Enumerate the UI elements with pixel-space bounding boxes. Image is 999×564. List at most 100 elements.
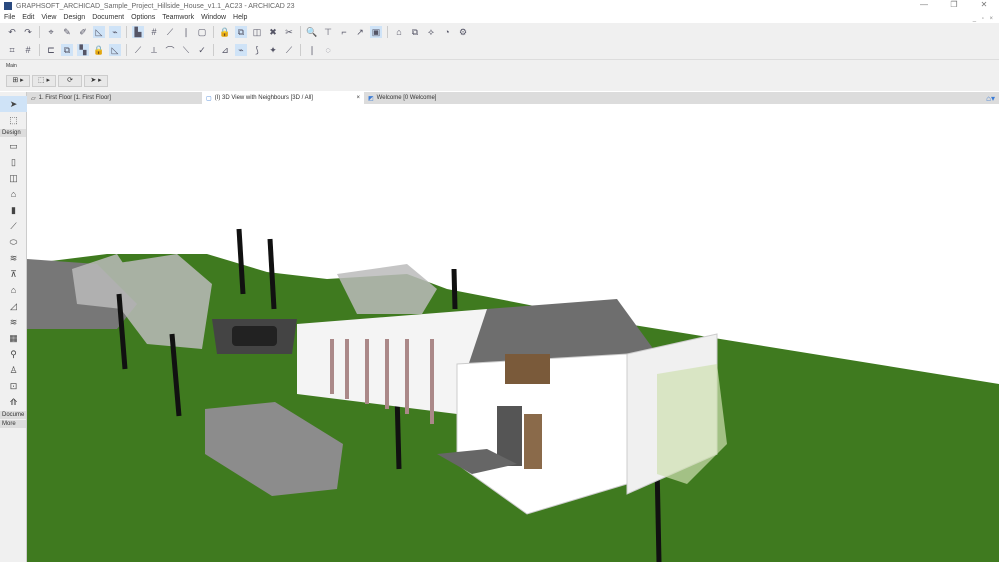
toolbar-tool-icon[interactable]: ▙ xyxy=(132,26,144,38)
toolbar-tool-icon[interactable]: ↷ xyxy=(22,26,34,38)
close-tab-button[interactable]: × xyxy=(356,95,360,101)
menu-teamwork[interactable]: Teamwork xyxy=(162,14,194,21)
toolbox-tool-icon[interactable]: ⬚ xyxy=(0,112,27,128)
toolbar-tool-icon[interactable]: ◌ xyxy=(322,44,334,56)
menu-options[interactable]: Options xyxy=(131,14,155,21)
toolbar-tool-icon[interactable]: ⧉ xyxy=(61,44,73,56)
3d-viewport[interactable] xyxy=(27,104,999,563)
toolbar-tool-icon[interactable]: ↗ xyxy=(354,26,366,38)
toolbar-tool-icon[interactable]: 🔍 xyxy=(306,26,318,38)
toolbox-tool-icon[interactable]: ⊼ xyxy=(0,266,27,282)
toolbar-tool-icon[interactable]: ⊤ xyxy=(322,26,334,38)
main-tool-button[interactable]: ⬚ ▸ xyxy=(32,75,56,87)
document-window-controls[interactable]: _ ▫ × xyxy=(973,16,995,22)
toolbox-document-header[interactable]: Docume xyxy=(0,411,26,419)
toolbar-tool-icon[interactable]: ▚ xyxy=(77,44,89,56)
toolbar-tool-icon[interactable]: ⚙ xyxy=(457,26,469,38)
tab-welcome[interactable]: ◩ Welcome [0 Welcome] xyxy=(364,92,440,104)
main-tool-button[interactable]: ⟳ xyxy=(58,75,82,87)
toolbar-tool-icon[interactable]: ⟋ xyxy=(283,44,295,56)
toolbar-tool-icon[interactable]: ✓ xyxy=(196,44,208,56)
toolbar-tool-icon[interactable]: ⟡ xyxy=(425,26,437,38)
menu-window[interactable]: Window xyxy=(201,14,226,21)
toolbar-tool-icon[interactable]: # xyxy=(22,44,34,56)
menu-document[interactable]: Document xyxy=(92,14,124,21)
toolbar-tool-icon[interactable]: 🔒 xyxy=(219,26,231,38)
toolbox-tool-icon[interactable]: ⊡ xyxy=(0,378,27,394)
toolbar-tool-icon[interactable]: ⌐ xyxy=(338,26,350,38)
toolbar-tool-icon[interactable]: ↶ xyxy=(6,26,18,38)
toolbar-tool-icon[interactable]: ◔ xyxy=(441,26,453,38)
menu-file[interactable]: File xyxy=(4,14,15,21)
toolbar-tool-icon[interactable]: ⧉ xyxy=(409,26,421,38)
toolbar-tool-icon[interactable]: ✖ xyxy=(267,26,279,38)
archicad-logo-icon xyxy=(4,2,12,10)
minimize-button[interactable]: — xyxy=(909,0,939,9)
toolbox-tool-icon[interactable]: ▭ xyxy=(0,138,27,154)
menu-view[interactable]: View xyxy=(41,14,56,21)
toolbar-tool-icon[interactable]: ▢ xyxy=(196,26,208,38)
toolbar-tool-icon[interactable]: ✎ xyxy=(61,26,73,38)
close-button[interactable]: ✕ xyxy=(969,0,999,9)
restore-button[interactable]: ❐ xyxy=(939,0,969,9)
toolbar-tool-icon[interactable]: ◺ xyxy=(109,44,121,56)
toolbar-tool-icon[interactable]: ⌒ xyxy=(164,44,176,56)
toolbar-tool-icon[interactable]: ▣ xyxy=(370,26,382,38)
toolbar-tool-icon[interactable]: ✦ xyxy=(267,44,279,56)
toolbar-tool-icon[interactable]: ⟍ xyxy=(180,44,192,56)
toolbar-tool-icon[interactable]: ⌁ xyxy=(109,26,121,38)
toolbar-separator xyxy=(213,44,214,56)
toolbox-tool-icon[interactable]: ➤ xyxy=(0,96,27,112)
toolbox-design-header[interactable]: Design xyxy=(0,129,26,137)
toolbar-tool-icon[interactable]: ❘ xyxy=(306,44,318,56)
toolbar-tool-icon[interactable]: ⟆ xyxy=(251,44,263,56)
toolbar-tool-icon[interactable]: ✐ xyxy=(77,26,89,38)
menu-edit[interactable]: Edit xyxy=(22,14,34,21)
toolbar-tool-icon[interactable]: ⟋ xyxy=(164,26,176,38)
menu-bar: File Edit View Design Document Options Teamwor… xyxy=(0,12,999,23)
toolbar-tool-icon[interactable]: ⌗ xyxy=(6,44,18,56)
tab-label: Welcome [0 Welcome] xyxy=(376,95,437,101)
menu-help[interactable]: Help xyxy=(233,14,247,21)
toolbox-tool-icon[interactable]: ⌂ xyxy=(0,282,27,298)
toolbox-tool-icon[interactable]: ⟋ xyxy=(0,218,27,234)
toolbox-tool-icon[interactable]: ⌂ xyxy=(0,186,27,202)
toolbar-tool-icon[interactable]: ⟂ xyxy=(148,44,160,56)
toolbar-tool-icon[interactable]: ⌁ xyxy=(235,44,247,56)
toolbox-more-header[interactable]: More xyxy=(0,420,26,428)
toolbar-separator xyxy=(213,26,214,38)
toolbox-tool-icon[interactable]: ⬭ xyxy=(0,234,27,250)
toolbox-tool-icon[interactable]: ◿ xyxy=(0,298,27,314)
toolbox-tool-icon[interactable]: ▦ xyxy=(0,330,27,346)
toolbox-tool-icon[interactable]: ◫ xyxy=(0,170,27,186)
toolbar-tool-icon[interactable]: 🔒 xyxy=(93,44,105,56)
toolbar-tool-icon[interactable]: ◺ xyxy=(93,26,105,38)
car xyxy=(232,326,277,346)
toolbox-tool-icon[interactable]: ⚲ xyxy=(0,346,27,362)
tab-3d-view[interactable]: ▢ (I) 3D View with Neighbours [3D / All] × xyxy=(202,92,364,104)
toolbox-tool-icon[interactable]: ≋ xyxy=(0,314,27,330)
toolbar-tool-icon[interactable]: ⊿ xyxy=(219,44,231,56)
toolbar-separator xyxy=(300,44,301,56)
main-tool-button[interactable]: ➤ ▸ xyxy=(84,75,108,87)
toolbar-separator xyxy=(300,26,301,38)
toolbar-tool-icon[interactable]: ⊏ xyxy=(45,44,57,56)
toolbox-tool-icon[interactable]: ▮ xyxy=(0,202,27,218)
main-tool-button[interactable]: ⊞ ▸ xyxy=(6,75,30,87)
toolbox-tool-icon[interactable]: ♙ xyxy=(0,362,27,378)
toolbar-tool-icon[interactable]: # xyxy=(148,26,160,38)
toolbar-tool-icon[interactable]: ✂ xyxy=(283,26,295,38)
toolbox-tool-icon[interactable]: ▯ xyxy=(0,154,27,170)
toolbox-tool-icon[interactable]: ≋ xyxy=(0,250,27,266)
navigator-dropdown[interactable]: ⌂▾ xyxy=(986,94,995,103)
menu-design[interactable]: Design xyxy=(63,14,85,21)
toolbar-tool-icon[interactable]: ❘ xyxy=(180,26,192,38)
toolbar-tool-icon[interactable]: ◫ xyxy=(251,26,263,38)
toolbar-tool-icon[interactable]: ⟋ xyxy=(132,44,144,56)
layout-icon: ◩ xyxy=(368,95,374,102)
toolbar-tool-icon[interactable]: ⌖ xyxy=(45,26,57,38)
toolbar-tool-icon[interactable]: ⧉ xyxy=(235,26,247,38)
toolbox-tool-icon[interactable]: ⟰ xyxy=(0,394,27,410)
toolbar-tool-icon[interactable]: ⌂ xyxy=(393,26,405,38)
tab-first-floor[interactable]: ▱ 1. First Floor [1. First Floor] xyxy=(27,92,202,104)
